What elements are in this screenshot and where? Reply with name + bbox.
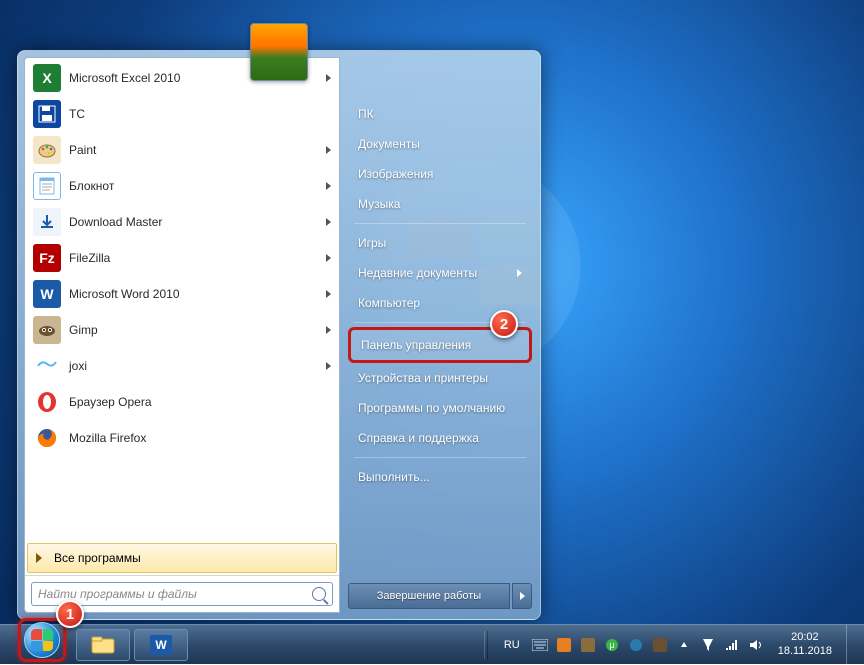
chevron-right-icon — [326, 290, 331, 298]
language-indicator[interactable]: RU — [500, 637, 524, 653]
tray-app-icon[interactable] — [628, 637, 644, 653]
program-label: Блокнот — [69, 179, 114, 193]
program-label: TC — [69, 107, 85, 121]
program-download-master[interactable]: Download Master — [27, 204, 337, 240]
menu-run[interactable]: Выполнить... — [348, 462, 532, 492]
chevron-right-icon — [326, 74, 331, 82]
annotation-callout-2: 2 — [490, 310, 518, 338]
program-label: Браузер Opera — [69, 395, 152, 409]
separator — [354, 223, 526, 224]
excel-icon: X — [33, 64, 61, 92]
tray-separator — [484, 631, 488, 659]
taskbar-word-button[interactable]: W — [134, 629, 188, 661]
program-opera[interactable]: Браузер Opera — [27, 384, 337, 420]
notepad-icon — [33, 172, 61, 200]
utorrent-icon[interactable]: µ — [604, 637, 620, 653]
program-filezilla[interactable]: Fz FileZilla — [27, 240, 337, 276]
clock-date: 18.11.2018 — [778, 645, 832, 658]
program-firefox[interactable]: Mozilla Firefox — [27, 420, 337, 456]
filezilla-icon: Fz — [33, 244, 61, 272]
tray-app-icon[interactable] — [580, 637, 596, 653]
program-notepad[interactable]: Блокнот — [27, 168, 337, 204]
menu-recent-documents[interactable]: Недавние документы — [348, 258, 532, 288]
shutdown-options-button[interactable] — [512, 583, 532, 609]
pinned-programs-list: X Microsoft Excel 2010 TC Paint — [25, 58, 339, 543]
chevron-right-icon — [517, 269, 522, 277]
action-center-icon[interactable] — [700, 637, 716, 653]
program-excel[interactable]: X Microsoft Excel 2010 — [27, 60, 337, 96]
menu-music[interactable]: Музыка — [348, 189, 532, 219]
floppy-icon — [33, 100, 61, 128]
menu-documents[interactable]: Документы — [348, 129, 532, 159]
joxi-icon — [33, 352, 61, 380]
program-joxi[interactable]: joxi — [27, 348, 337, 384]
shutdown-button[interactable]: Завершение работы — [348, 583, 510, 609]
search-placeholder: Найти программы и файлы — [38, 587, 197, 601]
program-word[interactable]: W Microsoft Word 2010 — [27, 276, 337, 312]
program-label: Paint — [69, 143, 96, 157]
show-hidden-icons[interactable] — [676, 637, 692, 653]
program-label: joxi — [69, 359, 87, 373]
clock[interactable]: 20:02 18.11.2018 — [772, 631, 838, 657]
chevron-right-icon — [326, 182, 331, 190]
network-icon[interactable] — [724, 637, 740, 653]
search-icon — [312, 587, 326, 601]
menu-devices-printers[interactable]: Устройства и принтеры — [348, 363, 532, 393]
menu-user[interactable]: ПК — [348, 99, 532, 129]
tray-app-icon[interactable] — [556, 637, 572, 653]
taskbar-explorer-button[interactable] — [76, 629, 130, 661]
firefox-icon — [33, 424, 61, 452]
show-desktop-button[interactable] — [846, 625, 858, 665]
windows-logo-icon — [24, 622, 60, 658]
triangle-right-icon — [36, 553, 42, 563]
program-label: Microsoft Word 2010 — [69, 287, 180, 301]
svg-text:µ: µ — [609, 640, 614, 650]
chevron-right-icon — [326, 218, 331, 226]
chevron-right-icon — [326, 362, 331, 370]
menu-default-programs[interactable]: Программы по умолчанию — [348, 393, 532, 423]
chevron-right-icon — [326, 254, 331, 262]
volume-icon[interactable] — [748, 637, 764, 653]
menu-games[interactable]: Игры — [348, 228, 532, 258]
all-programs-label: Все программы — [54, 551, 141, 565]
program-tc[interactable]: TC — [27, 96, 337, 132]
program-label: Download Master — [69, 215, 162, 229]
tray-app-icon[interactable] — [652, 637, 668, 653]
program-label: FileZilla — [69, 251, 110, 265]
word-icon: W — [150, 635, 172, 655]
all-programs-button[interactable]: Все программы — [27, 543, 337, 573]
start-menu: X Microsoft Excel 2010 TC Paint — [17, 50, 541, 620]
menu-help[interactable]: Справка и поддержка — [348, 423, 532, 453]
program-gimp[interactable]: Gimp — [27, 312, 337, 348]
system-tray: RU µ 20:02 18.11.2018 — [480, 625, 864, 665]
program-paint[interactable]: Paint — [27, 132, 337, 168]
program-label: Gimp — [69, 323, 98, 337]
clock-time: 20:02 — [778, 631, 832, 644]
separator — [354, 457, 526, 458]
menu-pictures[interactable]: Изображения — [348, 159, 532, 189]
chevron-right-icon — [326, 146, 331, 154]
word-icon: W — [33, 280, 61, 308]
opera-icon — [33, 388, 61, 416]
start-button[interactable] — [18, 618, 66, 662]
download-master-icon — [33, 208, 61, 236]
start-menu-left-pane: X Microsoft Excel 2010 TC Paint — [24, 57, 340, 613]
program-label: Microsoft Excel 2010 — [69, 71, 180, 85]
taskbar: W RU µ 20:02 18.11.2018 — [0, 624, 864, 664]
annotation-callout-1: 1 — [56, 600, 84, 628]
chevron-right-icon — [326, 326, 331, 334]
paint-icon — [33, 136, 61, 164]
gimp-icon — [33, 316, 61, 344]
shutdown-row: Завершение работы — [348, 583, 532, 609]
program-label: Mozilla Firefox — [69, 431, 146, 445]
triangle-right-icon — [520, 592, 525, 600]
keyboard-icon[interactable] — [532, 637, 548, 653]
